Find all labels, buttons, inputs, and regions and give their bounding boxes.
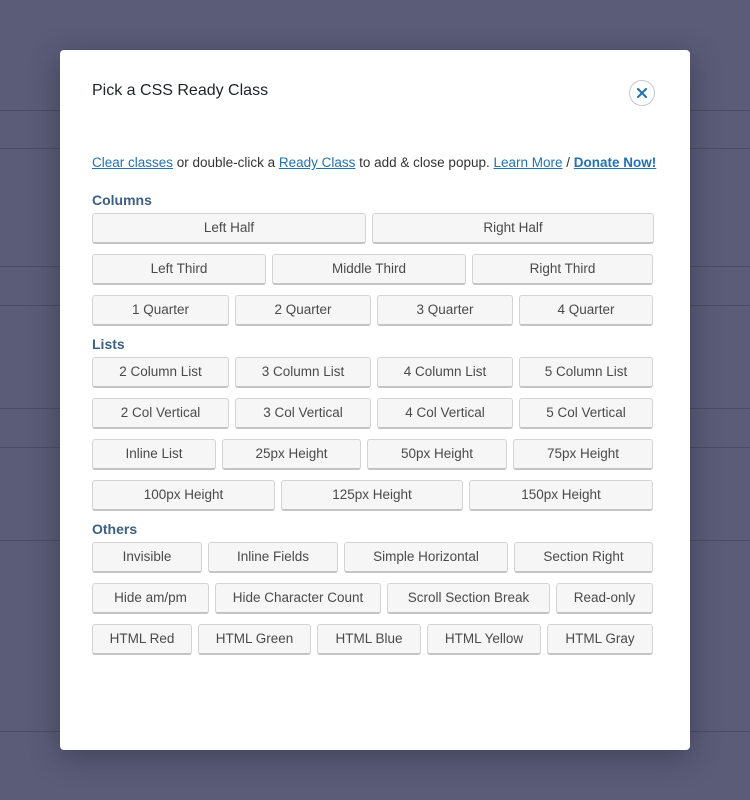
ready-class-link[interactable]: Ready Class <box>279 155 356 170</box>
button-row: 2 Column List 3 Column List 4 Column Lis… <box>92 357 653 388</box>
learn-more-link[interactable]: Learn More <box>493 155 562 170</box>
class-button-html-blue[interactable]: HTML Blue <box>317 624 421 655</box>
class-button-50px-height[interactable]: 50px Height <box>367 439 507 470</box>
close-icon <box>637 88 647 98</box>
button-row: 2 Col Vertical 3 Col Vertical 4 Col Vert… <box>92 398 653 429</box>
class-button-5-col-vertical[interactable]: 5 Col Vertical <box>519 398 653 429</box>
section-label-columns: Columns <box>92 192 152 208</box>
class-button-middle-third[interactable]: Middle Third <box>272 254 466 285</box>
clear-classes-link[interactable]: Clear classes <box>92 155 173 170</box>
class-button-1-quarter[interactable]: 1 Quarter <box>92 295 229 326</box>
class-button-left-third[interactable]: Left Third <box>92 254 266 285</box>
class-button-read-only[interactable]: Read-only <box>556 583 653 614</box>
class-button-inline-fields[interactable]: Inline Fields <box>208 542 338 573</box>
close-button[interactable] <box>629 80 655 106</box>
class-button-html-red[interactable]: HTML Red <box>92 624 192 655</box>
class-button-2-quarter[interactable]: 2 Quarter <box>235 295 371 326</box>
button-row: Left Third Middle Third Right Third <box>92 254 653 285</box>
class-button-3-column-list[interactable]: 3 Column List <box>235 357 371 388</box>
class-button-4-quarter[interactable]: 4 Quarter <box>519 295 653 326</box>
help-separator: / <box>562 155 574 170</box>
class-button-hide-character-count[interactable]: Hide Character Count <box>215 583 381 614</box>
class-button-right-half[interactable]: Right Half <box>372 213 654 244</box>
class-sections: Columns Left Half Right Half Left Third … <box>92 192 654 659</box>
section-label-others: Others <box>92 521 138 537</box>
help-text-part: to add & close popup. <box>355 155 494 170</box>
class-button-5-column-list[interactable]: 5 Column List <box>519 357 653 388</box>
button-row: HTML Red HTML Green HTML Blue HTML Yello… <box>92 624 653 655</box>
class-button-4-column-list[interactable]: 4 Column List <box>377 357 513 388</box>
class-button-html-yellow[interactable]: HTML Yellow <box>427 624 541 655</box>
class-button-html-green[interactable]: HTML Green <box>198 624 311 655</box>
button-row: 1 Quarter 2 Quarter 3 Quarter 4 Quarter <box>92 295 653 326</box>
class-button-150px-height[interactable]: 150px Height <box>469 480 653 511</box>
class-button-section-right[interactable]: Section Right <box>514 542 653 573</box>
button-row: 100px Height 125px Height 150px Height <box>92 480 653 511</box>
class-button-hide-am-pm[interactable]: Hide am/pm <box>92 583 209 614</box>
help-text: Clear classes or double-click a Ready Cl… <box>92 155 656 170</box>
section-label-lists: Lists <box>92 336 125 352</box>
button-row: Inline List 25px Height 50px Height 75px… <box>92 439 653 470</box>
class-button-right-third[interactable]: Right Third <box>472 254 653 285</box>
class-button-3-col-vertical[interactable]: 3 Col Vertical <box>235 398 371 429</box>
button-row: Invisible Inline Fields Simple Horizonta… <box>92 542 653 573</box>
button-row: Left Half Right Half <box>92 213 654 244</box>
class-button-125px-height[interactable]: 125px Height <box>281 480 463 511</box>
class-button-left-half[interactable]: Left Half <box>92 213 366 244</box>
class-button-75px-height[interactable]: 75px Height <box>513 439 653 470</box>
class-button-inline-list[interactable]: Inline List <box>92 439 216 470</box>
class-button-scroll-section-break[interactable]: Scroll Section Break <box>387 583 550 614</box>
css-ready-class-modal: Pick a CSS Ready Class Clear classes or … <box>60 50 690 750</box>
class-button-100px-height[interactable]: 100px Height <box>92 480 275 511</box>
class-button-simple-horizontal[interactable]: Simple Horizontal <box>344 542 508 573</box>
class-button-invisible[interactable]: Invisible <box>92 542 202 573</box>
class-button-4-col-vertical[interactable]: 4 Col Vertical <box>377 398 513 429</box>
class-button-25px-height[interactable]: 25px Height <box>222 439 361 470</box>
class-button-2-column-list[interactable]: 2 Column List <box>92 357 229 388</box>
button-row: Hide am/pm Hide Character Count Scroll S… <box>92 583 653 614</box>
donate-now-link[interactable]: Donate Now! <box>574 155 657 170</box>
class-button-2-col-vertical[interactable]: 2 Col Vertical <box>92 398 229 429</box>
modal-title: Pick a CSS Ready Class <box>92 82 269 99</box>
class-button-3-quarter[interactable]: 3 Quarter <box>377 295 513 326</box>
class-button-html-gray[interactable]: HTML Gray <box>547 624 653 655</box>
help-text-part: or double-click a <box>173 155 279 170</box>
